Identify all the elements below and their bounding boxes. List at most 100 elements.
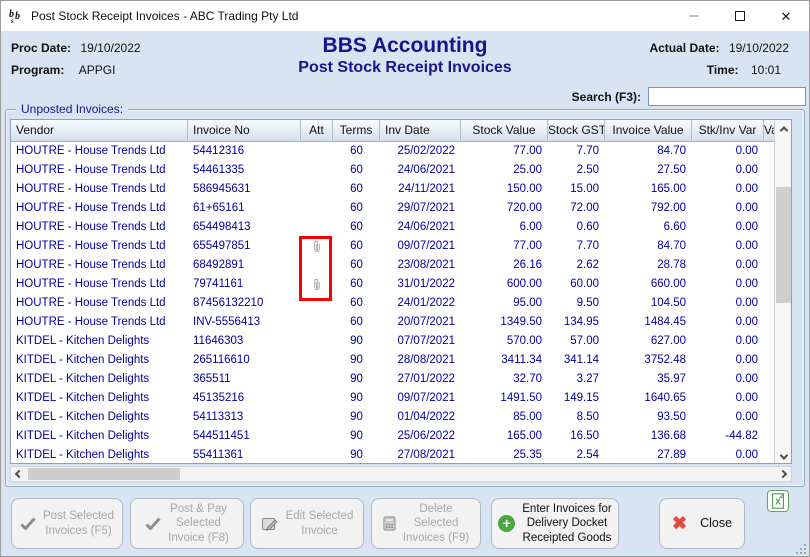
post-pay-selected-button[interactable]: Post & Pay Selected Invoice (F8): [130, 498, 244, 549]
cell-invoice_value: 6.60: [663, 221, 686, 233]
cell-terms: 90: [350, 335, 363, 347]
table-row[interactable]: HOUTRE - House Trends Ltd 54461335 60 24/06…: [11, 161, 791, 180]
grid-header: Vendor Invoice No Att Terms Inv Date Stock Va…: [11, 120, 791, 142]
search-input[interactable]: [648, 87, 806, 106]
cell-stock_gst: 16.50: [570, 430, 599, 442]
cell-stock_value: 95.00: [513, 297, 542, 309]
cell-stk_inv_var: 0.00: [735, 297, 758, 309]
cell-vendor: HOUTRE - House Trends Ltd: [16, 183, 166, 195]
cell-terms: 90: [350, 354, 363, 366]
cell-inv_date: 27/01/2022: [397, 373, 455, 385]
cell-terms: 90: [350, 392, 363, 404]
minimize-button[interactable]: [671, 1, 717, 31]
table-row[interactable]: KITDEL - Kitchen Delights 45135216 90 09/07…: [11, 389, 791, 408]
cell-stock_value: 1491.50: [500, 392, 542, 404]
table-row[interactable]: KITDEL - Kitchen Delights 365511 90 27/01/2…: [11, 370, 791, 389]
table-row[interactable]: HOUTRE - House Trends Ltd 61+65161 60 29/07…: [11, 199, 791, 218]
minimize-icon: [689, 15, 699, 17]
enter-delivery-docket-button[interactable]: + Enter Invoices for Delivery Docket Rec…: [491, 498, 619, 549]
cell-invoice_value: 792.00: [650, 202, 686, 214]
app-icon: b b s: [9, 9, 20, 24]
cell-stk_inv_var: 0.00: [735, 373, 758, 385]
column-header[interactable]: Stock Value: [461, 120, 548, 142]
cell-terms: 60: [350, 164, 363, 176]
column-header[interactable]: Terms: [333, 120, 380, 142]
cell-stock_value: 85.00: [513, 411, 542, 423]
column-header[interactable]: Stock GST: [548, 120, 605, 142]
vertical-scroll-thumb[interactable]: [776, 187, 791, 303]
column-header[interactable]: Stk/Inv Var: [692, 120, 764, 142]
cell-invoice_value: 27.89: [657, 449, 686, 461]
maximize-button[interactable]: [717, 1, 763, 31]
table-row[interactable]: KITDEL - Kitchen Delights 11646303 90 07/07…: [11, 332, 791, 351]
horizontal-scrollbar[interactable]: [10, 466, 792, 482]
cell-inv_date: 27/08/2021: [397, 449, 455, 461]
column-header[interactable]: Inv Date: [380, 120, 461, 142]
column-header[interactable]: Invoice No: [188, 120, 301, 142]
cell-inv_date: 24/06/2021: [397, 221, 455, 233]
table-row[interactable]: HOUTRE - House Trends Ltd 54412316 60 25/02…: [11, 142, 791, 161]
scroll-down-button[interactable]: [775, 448, 791, 463]
scroll-left-button[interactable]: [11, 467, 27, 481]
horizontal-scroll-thumb[interactable]: [28, 468, 180, 480]
cell-vendor: KITDEL - Kitchen Delights: [16, 392, 150, 404]
button-label: Edit Selected Invoice: [285, 510, 354, 537]
cell-vendor: HOUTRE - House Trends Ltd: [16, 164, 166, 176]
time-value: 10:01: [750, 63, 781, 77]
table-row[interactable]: HOUTRE - House Trends Ltd 654498413 60 24/0…: [11, 218, 791, 237]
cell-invoice_no: 365511: [193, 373, 231, 385]
table-row[interactable]: HOUTRE - House Trends Ltd 87456132210 60 24…: [11, 294, 791, 313]
column-header[interactable]: Vendor: [11, 120, 188, 142]
cell-stock_gst: 8.50: [576, 411, 599, 423]
close-window-button[interactable]: ✕: [763, 1, 809, 31]
cell-stock_value: 6.00: [519, 221, 542, 233]
cell-stock_gst: 15.00: [570, 183, 599, 195]
table-row[interactable]: HOUTRE - House Trends Ltd 79741161 60 31/01…: [11, 275, 791, 294]
post-selected-invoices-button[interactable]: Post Selected Invoices (F5): [11, 498, 123, 549]
paperclip-icon: [314, 240, 320, 253]
button-label: Post & Pay Selected Invoice (F8): [168, 502, 229, 544]
table-row[interactable]: KITDEL - Kitchen Delights 55411361 90 27/08…: [11, 446, 791, 463]
close-dialog-button[interactable]: ✖ Close: [659, 498, 745, 549]
attachment-cell: [301, 199, 333, 218]
table-row[interactable]: HOUTRE - House Trends Ltd 586945631 60 24/1…: [11, 180, 791, 199]
table-row[interactable]: KITDEL - Kitchen Delights 544511451 90 25/0…: [11, 427, 791, 446]
cell-stock_gst: 134.95: [563, 316, 599, 328]
resize-grip[interactable]: [796, 544, 807, 555]
cell-vendor: HOUTRE - House Trends Ltd: [16, 240, 166, 252]
edit-selected-invoice-button[interactable]: Edit Selected Invoice: [250, 498, 364, 549]
table-row[interactable]: HOUTRE - House Trends Ltd INV-5556413 60 20…: [11, 313, 791, 332]
svg-text:X: X: [775, 498, 781, 507]
attachment-cell: [301, 351, 333, 370]
column-header[interactable]: Invoice Value: [605, 120, 692, 142]
search-label: Search (F3):: [571, 90, 641, 104]
cell-stock_value: 26.16: [513, 259, 542, 271]
attachment-cell: [301, 237, 333, 256]
cell-inv_date: 24/06/2021: [397, 164, 455, 176]
table-row[interactable]: KITDEL - Kitchen Delights 265116610 90 28/0…: [11, 351, 791, 370]
export-excel-button[interactable]: X: [767, 490, 789, 512]
cell-inv_date: 24/01/2022: [397, 297, 455, 309]
cell-invoice_value: 27.50: [657, 164, 686, 176]
table-row[interactable]: HOUTRE - House Trends Ltd 655497851 60 09/0…: [11, 237, 791, 256]
scroll-right-button[interactable]: [775, 467, 791, 481]
scroll-up-button[interactable]: [775, 120, 791, 137]
delete-selected-invoices-button[interactable]: Delete Selected Invoices (F9): [371, 498, 481, 549]
cell-terms: 60: [350, 278, 363, 290]
table-row[interactable]: HOUTRE - House Trends Ltd 68492891 60 23/08…: [11, 256, 791, 275]
column-header[interactable]: Att: [301, 120, 333, 142]
invoice-grid: Vendor Invoice No Att Terms Inv Date Stock Va…: [10, 119, 792, 464]
attachment-cell: [301, 142, 333, 161]
cell-terms: 60: [350, 316, 363, 328]
cell-inv_date: 24/11/2021: [398, 183, 455, 195]
cell-terms: 60: [350, 221, 363, 233]
cell-vendor: KITDEL - Kitchen Delights: [16, 430, 150, 442]
cell-terms: 90: [350, 373, 363, 385]
cell-stk_inv_var: 0.00: [735, 449, 758, 461]
delete-icon: [383, 516, 396, 531]
attachment-cell: [301, 161, 333, 180]
table-row[interactable]: KITDEL - Kitchen Delights 54113313 90 01/04…: [11, 408, 791, 427]
chevron-down-icon: [779, 450, 788, 460]
unposted-invoices-groupbox: Unposted Invoices: Vendor Invoice No Att Te…: [5, 102, 805, 487]
vertical-scrollbar[interactable]: [774, 120, 791, 463]
